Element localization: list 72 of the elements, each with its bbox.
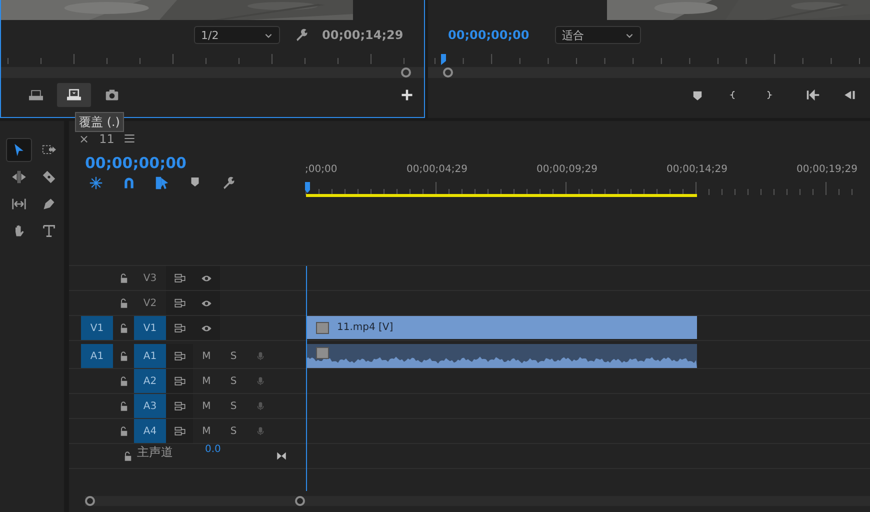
volume-value[interactable]: 0.0 xyxy=(205,444,271,468)
razor-icon xyxy=(42,170,56,184)
wrench-icon xyxy=(294,28,308,42)
pen-icon xyxy=(42,197,56,211)
selection-tool[interactable] xyxy=(6,138,32,162)
resolution-dropdown[interactable]: 1/2 xyxy=(194,26,280,44)
ripple-edit-icon xyxy=(12,170,26,184)
microphone-icon xyxy=(256,374,265,388)
camera-icon xyxy=(105,88,119,102)
microphone-icon xyxy=(256,349,265,363)
track-target[interactable]: A1 xyxy=(134,344,166,368)
go-to-in-icon xyxy=(806,88,820,102)
duration-timecode: 00;00;14;29 xyxy=(322,28,404,42)
marker-icon xyxy=(692,90,702,100)
lock-icon xyxy=(118,298,128,308)
track-target[interactable]: V3 xyxy=(134,266,166,290)
track-target[interactable]: A3 xyxy=(134,394,166,418)
mute-toggle[interactable]: M xyxy=(202,400,211,412)
microphone-icon xyxy=(256,424,265,438)
close-tab[interactable]: × xyxy=(79,133,90,146)
type-icon xyxy=(42,224,56,238)
track-target[interactable]: A2 xyxy=(134,369,166,393)
lock-icon xyxy=(118,400,128,412)
insert-icon xyxy=(26,88,46,102)
solo-toggle[interactable]: S xyxy=(230,400,237,412)
step-back-icon xyxy=(842,88,856,102)
solo-toggle[interactable]: S xyxy=(230,426,237,436)
mute-toggle[interactable]: M xyxy=(202,426,211,436)
fx-icon xyxy=(316,322,329,334)
lock-icon xyxy=(118,376,128,386)
brace-left-icon xyxy=(729,88,737,102)
bowtie-icon xyxy=(276,451,286,461)
solo-toggle[interactable]: S xyxy=(230,376,237,386)
lock-icon xyxy=(122,450,132,462)
mute-toggle[interactable]: M xyxy=(202,350,211,362)
overwrite-button[interactable] xyxy=(57,83,91,107)
plus-icon xyxy=(401,89,413,101)
fx-icon xyxy=(316,347,329,359)
menu-icon xyxy=(124,133,136,144)
lock-icon xyxy=(118,350,128,362)
lock-icon xyxy=(118,272,128,284)
sequence-timecode[interactable]: 00;00;00;00 xyxy=(85,154,305,172)
ruler-label: 00;00;19;29 xyxy=(795,164,858,177)
mute-toggle[interactable]: M xyxy=(202,376,211,386)
zoom-dropdown[interactable]: 适合 xyxy=(555,26,642,44)
ruler-label: ;00;00 xyxy=(305,164,338,177)
sequence-tab[interactable]: 11 xyxy=(99,133,114,146)
tooltip: 覆盖 (.) xyxy=(75,112,124,132)
overwrite-icon xyxy=(64,88,84,102)
ruler-label: 00;00;09;29 xyxy=(535,164,598,177)
arrow-icon xyxy=(12,143,26,157)
horizontal-scrollbar[interactable] xyxy=(85,496,870,506)
audio-clip[interactable] xyxy=(306,344,697,368)
ruler-label: 00;00;04;29 xyxy=(405,164,468,177)
track-select-icon xyxy=(42,143,56,157)
ruler-label: 00;00;14;29 xyxy=(665,164,728,177)
solo-toggle[interactable]: S xyxy=(230,350,237,362)
track-target[interactable]: V1 xyxy=(134,316,166,340)
track-target[interactable]: A4 xyxy=(134,419,166,443)
track-name: 主声道 xyxy=(137,444,174,461)
lock-icon xyxy=(118,322,128,334)
lock-icon xyxy=(118,426,128,436)
source-patch[interactable]: V1 xyxy=(81,316,113,340)
video-clip[interactable]: 11.mp4 [V] xyxy=(306,316,697,339)
source-patch[interactable]: A1 xyxy=(81,344,113,368)
slip-icon xyxy=(12,197,26,211)
brace-right-icon xyxy=(765,88,773,102)
clip-name: 11.mp4 [V] xyxy=(337,322,394,333)
track-target[interactable]: V2 xyxy=(134,291,166,315)
linked-selection-icon xyxy=(153,176,171,190)
microphone-icon xyxy=(256,399,265,413)
playhead-timecode[interactable]: 00;00;00;00 xyxy=(448,28,530,42)
